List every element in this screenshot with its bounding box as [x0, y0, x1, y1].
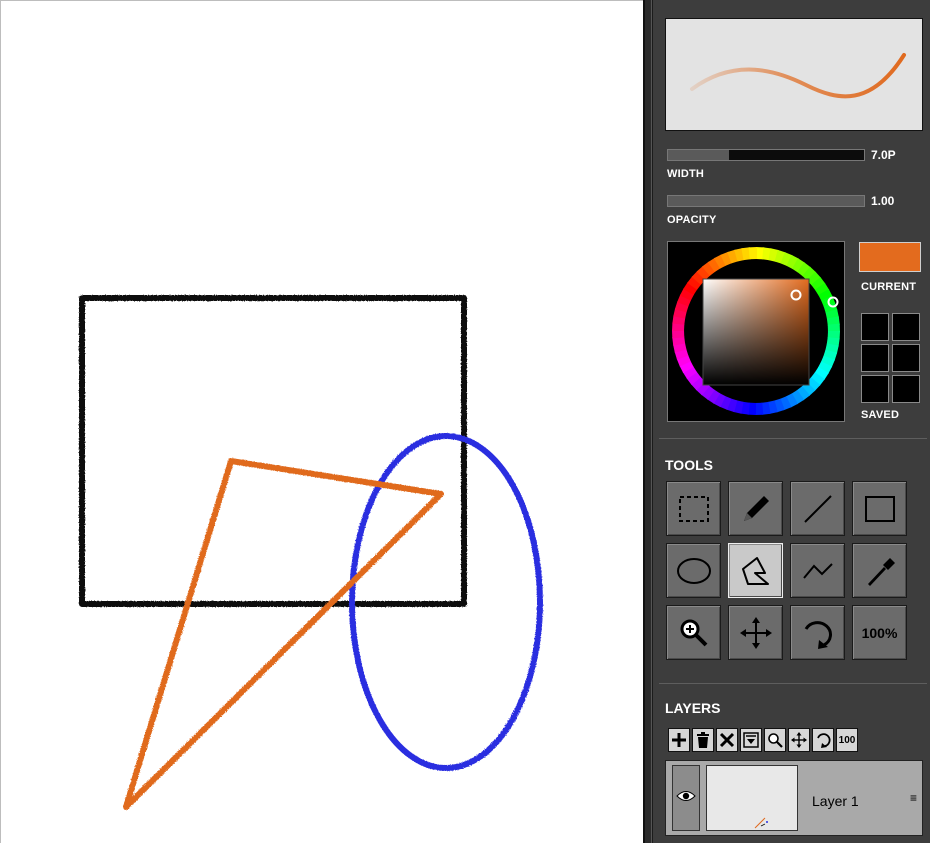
- divider: [659, 683, 927, 684]
- actual-size-layer-label: 100: [838, 734, 856, 746]
- polygon-tool[interactable]: [728, 543, 783, 598]
- width-slider[interactable]: [667, 149, 865, 161]
- saved-color-swatch[interactable]: [892, 313, 920, 341]
- tool-grid: 100%: [666, 481, 912, 665]
- hue-segment: [748, 247, 758, 260]
- orange-triangle: [123, 458, 444, 810]
- layer-name: Layer 1: [812, 793, 859, 809]
- divider: [659, 438, 927, 439]
- panel-divider[interactable]: [643, 0, 652, 843]
- layer-visibility-toggle[interactable]: [672, 765, 700, 831]
- rotate-tool[interactable]: [790, 605, 845, 660]
- layer-menu-icon[interactable]: ≡: [910, 791, 917, 805]
- zoom-layer-button[interactable]: [764, 728, 786, 752]
- width-value: 7.0P: [871, 148, 896, 162]
- move-icon: [791, 732, 807, 748]
- width-slider-fill: [668, 150, 729, 160]
- color-picker[interactable]: [667, 241, 845, 422]
- pencil-tool[interactable]: [728, 481, 783, 536]
- hue-segment: [754, 402, 764, 415]
- rectangle-icon: [864, 495, 895, 522]
- saturation-square[interactable]: [702, 278, 810, 386]
- canvas-drawing: [79, 295, 543, 810]
- select-tool[interactable]: [666, 481, 721, 536]
- move-layer-button[interactable]: [788, 728, 810, 752]
- zoom-icon: [680, 619, 707, 646]
- rotate-layer-button[interactable]: [812, 728, 834, 752]
- clear-layer-button[interactable]: [716, 728, 738, 752]
- tool-panel: 7.0P WIDTH 1.00 OPACITY CURRENT SAVED TO…: [652, 0, 930, 843]
- delete-layer-button[interactable]: [692, 728, 714, 752]
- dashed-square-icon: [678, 495, 709, 522]
- opacity-slider-fill: [668, 196, 864, 206]
- rotate-icon: [817, 733, 831, 748]
- move-tool[interactable]: [728, 605, 783, 660]
- current-color-swatch[interactable]: [859, 242, 921, 272]
- hue-segment: [672, 329, 685, 339]
- move-icon: [739, 616, 772, 649]
- current-label: CURRENT: [861, 281, 917, 293]
- eye-icon: [676, 791, 696, 801]
- add-layer-button[interactable]: [668, 728, 690, 752]
- saved-color-swatch[interactable]: [861, 375, 889, 403]
- saved-label: SAVED: [861, 409, 900, 421]
- plus-icon: [672, 733, 686, 747]
- line-tool[interactable]: [790, 481, 845, 536]
- layer-item[interactable]: Layer 1 ≡: [665, 760, 923, 836]
- tools-title: TOOLS: [665, 457, 713, 473]
- zoom-tool[interactable]: [666, 605, 721, 660]
- merge-layer-button[interactable]: [740, 728, 762, 752]
- actual-size-tool[interactable]: 100%: [852, 605, 907, 660]
- layer-thumbnail: [706, 765, 798, 831]
- paint-app: 7.0P WIDTH 1.00 OPACITY CURRENT SAVED TO…: [0, 0, 930, 843]
- saved-color-swatch[interactable]: [861, 344, 889, 372]
- line-icon: [803, 494, 832, 523]
- x-icon: [719, 732, 735, 748]
- width-label: WIDTH: [667, 168, 705, 180]
- ellipse-icon: [676, 557, 711, 584]
- layers-title: LAYERS: [665, 700, 721, 716]
- saved-colors: [861, 313, 923, 403]
- saved-color-swatch[interactable]: [861, 313, 889, 341]
- saved-color-swatch[interactable]: [892, 344, 920, 372]
- eyedropper-tool[interactable]: [852, 543, 907, 598]
- ellipse-tool[interactable]: [666, 543, 721, 598]
- actual-size-label: 100%: [861, 624, 898, 641]
- trash-icon: [697, 732, 709, 748]
- opacity-slider[interactable]: [667, 195, 865, 207]
- polyline-icon: [802, 562, 833, 579]
- drawing-canvas[interactable]: [0, 0, 643, 843]
- eyedropper-icon: [867, 557, 895, 586]
- polygon-icon: [741, 556, 769, 585]
- opacity-value: 1.00: [871, 194, 895, 208]
- hue-segment: [827, 323, 840, 333]
- merge-down-icon: [743, 732, 759, 748]
- brush-preview: [665, 18, 923, 131]
- rotate-icon: [804, 620, 832, 649]
- polyline-tool[interactable]: [790, 543, 845, 598]
- saved-color-swatch[interactable]: [892, 375, 920, 403]
- zoom-icon: [768, 733, 783, 748]
- actual-size-layer-button[interactable]: 100: [836, 728, 858, 752]
- rectangle-tool[interactable]: [852, 481, 907, 536]
- opacity-label: OPACITY: [667, 214, 717, 226]
- pencil-icon: [743, 495, 769, 521]
- layer-toolbar: 100: [668, 728, 858, 754]
